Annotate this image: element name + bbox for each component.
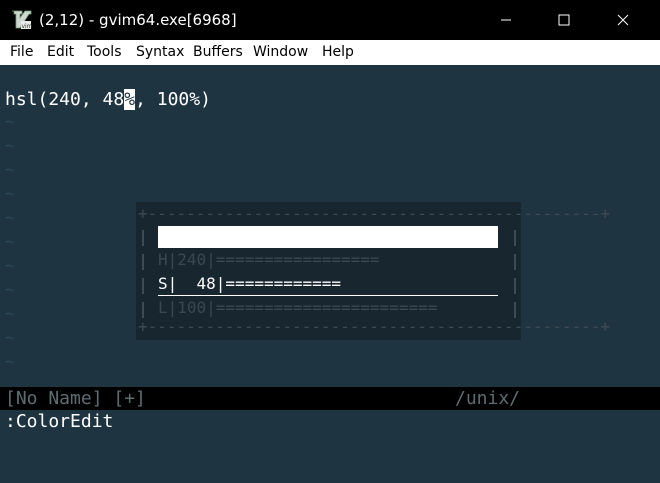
svg-text:vim: vim: [22, 23, 33, 30]
popup-border-bottom: +---------------------------------------…: [138, 317, 611, 336]
saturation-slider-row[interactable]: S| 48|============: [158, 273, 341, 295]
empty-line-tilde: ~: [5, 328, 15, 347]
menu-edit[interactable]: Edit: [47, 44, 74, 61]
empty-line-tilde: ~: [5, 352, 15, 371]
empty-line-tilde: ~: [5, 280, 15, 299]
title-bar[interactable]: vim (2,12) - gvim64.exe[6968]: [0, 0, 660, 40]
text-cursor: %: [124, 89, 136, 110]
status-fileformat: /unix/: [455, 388, 521, 409]
status-line: [No Name] [+] /unix/: [0, 387, 660, 410]
popup-border-right: [514, 302, 516, 318]
saturation-row-underline: [158, 295, 498, 296]
editor-area[interactable]: hsl(240, 48%, 100%) ~ ~ ~ ~ ~ ~ ~ ~ ~ ~ …: [0, 65, 660, 387]
popup-border-top: +---------------------------------------…: [138, 204, 611, 223]
empty-line-tilde: ~: [5, 160, 15, 179]
maximize-button[interactable]: [535, 0, 593, 40]
empty-line-tilde: ~: [5, 184, 15, 203]
popup-border-left: [142, 254, 144, 270]
menu-bar: File Edit Tools Syntax Buffers Window He…: [0, 40, 660, 65]
menu-buffers[interactable]: Buffers: [193, 44, 243, 61]
menu-window[interactable]: Window: [253, 44, 308, 61]
lightness-slider-row[interactable]: L|100|=======================: [158, 297, 437, 319]
empty-line-tilde: ~: [5, 304, 15, 323]
close-button[interactable]: [594, 0, 652, 40]
popup-border-left: [142, 230, 144, 246]
hue-slider-row[interactable]: H|240|=================: [158, 249, 380, 271]
popup-border-right: [514, 230, 516, 246]
empty-line-tilde: ~: [5, 136, 15, 155]
line-text-before-cursor: hsl(240, 48: [5, 89, 125, 110]
vim-logo-icon: vim: [12, 10, 33, 30]
minimize-icon: [501, 19, 511, 21]
menu-file[interactable]: File: [10, 44, 33, 61]
empty-line-tilde: ~: [5, 208, 15, 227]
popup-border-right: [514, 254, 516, 270]
line-text-after-cursor: , 100%): [135, 89, 211, 110]
status-buffer-name: [No Name] [+]: [5, 388, 146, 409]
command-text: :ColorEdit: [5, 411, 114, 432]
close-icon: [617, 14, 629, 26]
buffer-line-1[interactable]: hsl(240, 48%, 100%): [5, 89, 211, 111]
minimize-button[interactable]: [477, 0, 535, 40]
empty-line-tilde: ~: [5, 232, 15, 251]
popup-border-right: [514, 278, 516, 294]
popup-border-left: [142, 278, 144, 294]
popup-border-left: [142, 302, 144, 318]
color-preview-swatch: [158, 226, 498, 248]
menu-tools[interactable]: Tools: [87, 44, 122, 61]
menu-help[interactable]: Help: [322, 44, 354, 61]
window-title: (2,12) - gvim64.exe[6968]: [39, 11, 237, 29]
maximize-icon: [558, 14, 570, 26]
color-edit-popup[interactable]: +---------------------------------------…: [136, 202, 610, 340]
menu-syntax[interactable]: Syntax: [136, 44, 184, 61]
empty-line-tilde: ~: [5, 112, 15, 131]
gvim-window: vim (2,12) - gvim64.exe[6968] File Edit …: [0, 0, 660, 483]
command-line[interactable]: :ColorEdit: [0, 410, 660, 483]
empty-line-tilde: ~: [5, 256, 15, 275]
